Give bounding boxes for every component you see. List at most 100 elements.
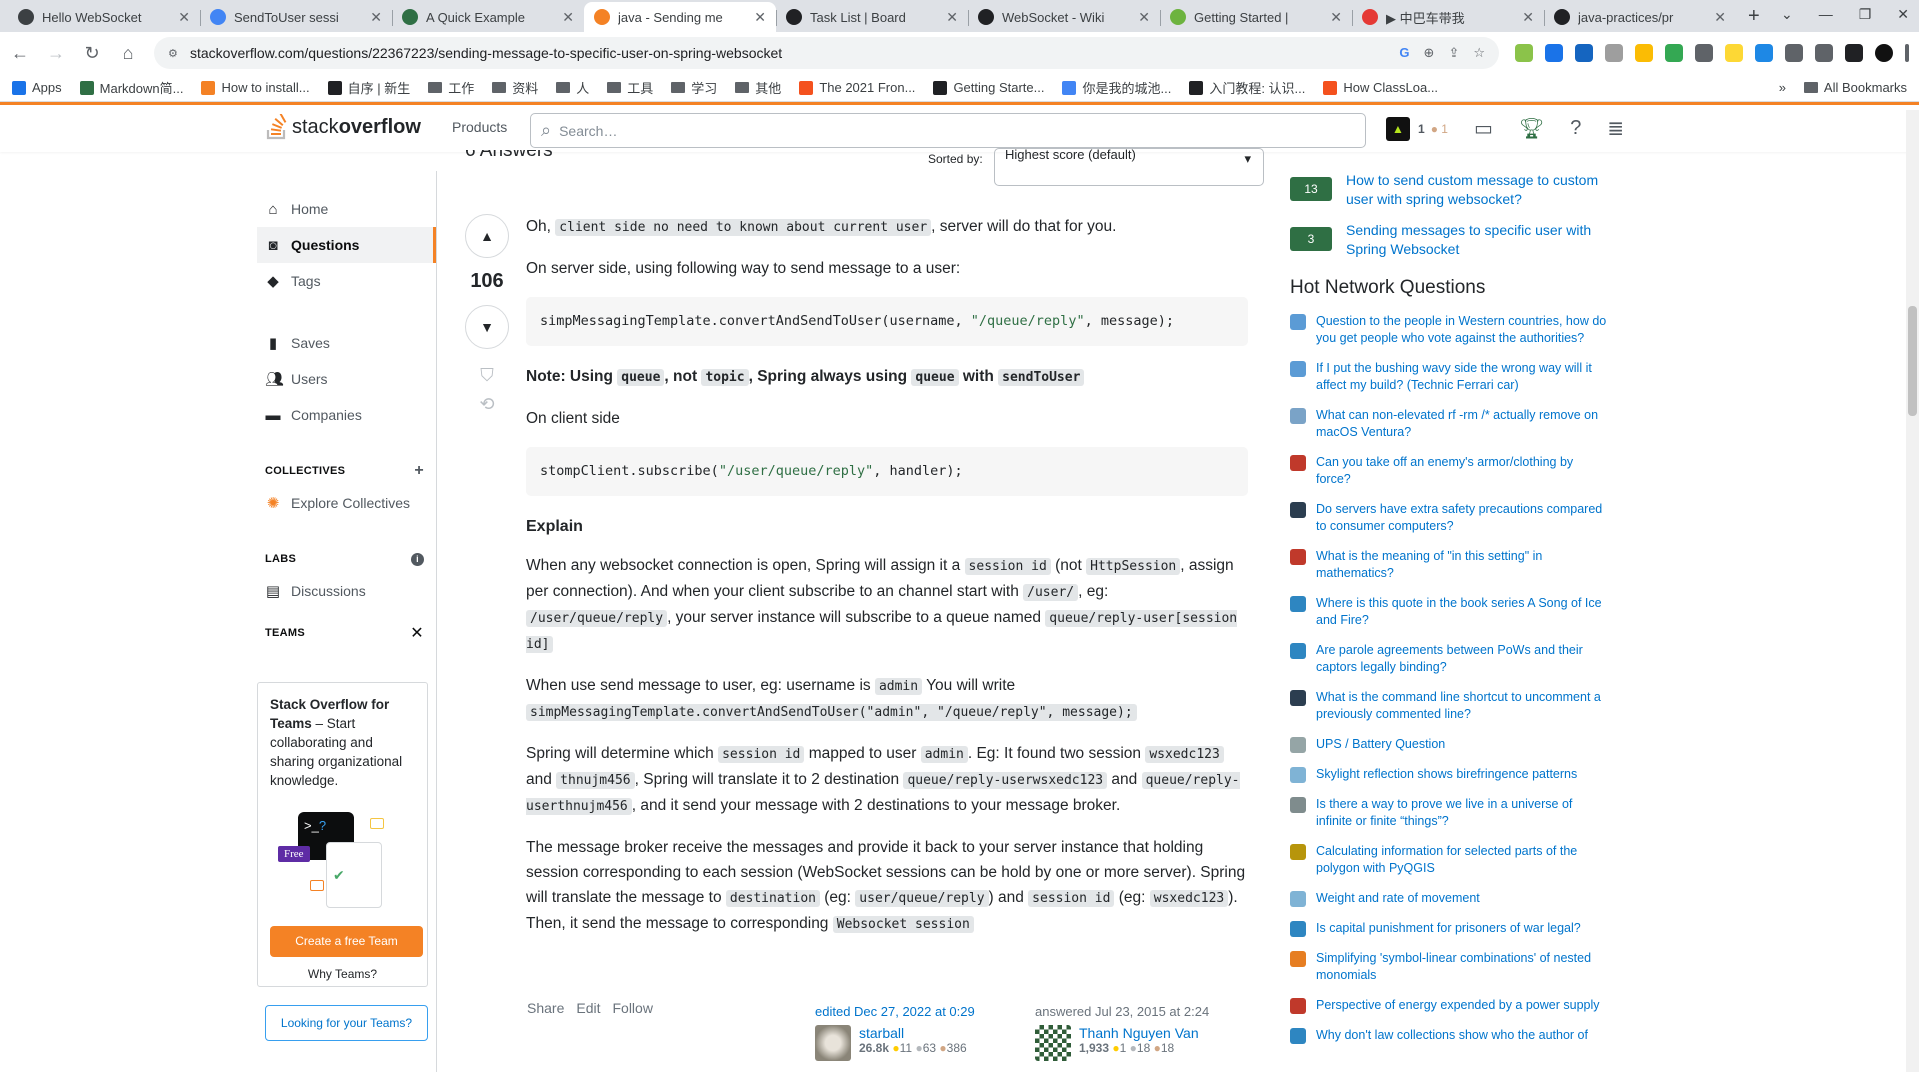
extension-icon[interactable]: [1665, 44, 1683, 62]
extension-icon[interactable]: [1545, 44, 1563, 62]
extension-icon[interactable]: [1605, 44, 1623, 62]
browser-tab[interactable]: ▶ 中巴车带我 ✕: [1352, 2, 1544, 32]
edit-link[interactable]: Edit: [576, 1000, 600, 1016]
nav-companies[interactable]: ▬ Companies: [257, 397, 436, 433]
bookmark-item[interactable]: The 2021 Fron...: [799, 80, 915, 95]
close-tab-icon[interactable]: ✕: [1138, 9, 1150, 26]
back-icon[interactable]: ←: [10, 43, 30, 64]
new-tab-button[interactable]: +: [1736, 5, 1772, 32]
bookmark-item[interactable]: Getting Starte...: [933, 80, 1044, 95]
nav-explore-collectives[interactable]: ✺ Explore Collectives: [257, 485, 436, 521]
hnq-link[interactable]: Simplifying 'symbol-linear combinations'…: [1316, 950, 1610, 984]
plus-icon[interactable]: +: [414, 462, 424, 480]
minimize-icon[interactable]: —: [1819, 6, 1833, 23]
hnq-link[interactable]: If I put the bushing wavy side the wrong…: [1316, 360, 1610, 394]
bookmark-item[interactable]: 其他: [735, 78, 781, 97]
browser-tab[interactable]: WebSocket - Wiki ✕: [968, 2, 1160, 32]
hnq-link[interactable]: Why don't law collections show who the a…: [1316, 1027, 1588, 1044]
media-icon[interactable]: [1815, 44, 1833, 62]
site-info-icon[interactable]: ⚙: [168, 47, 180, 60]
extension-icon[interactable]: [1725, 44, 1743, 62]
close-tab-icon[interactable]: ✕: [178, 9, 190, 26]
browser-tab[interactable]: Hello WebSocket ✕: [8, 2, 200, 32]
products-link[interactable]: Products: [452, 119, 507, 135]
bookmark-item[interactable]: Markdown简...: [79, 78, 183, 97]
help-icon[interactable]: ?: [1570, 117, 1581, 140]
restore-icon[interactable]: ❐: [1859, 6, 1872, 23]
forward-icon[interactable]: →: [46, 43, 66, 64]
sort-select[interactable]: Highest score (default) ▾: [994, 148, 1264, 186]
bookmark-item[interactable]: 资料: [492, 78, 538, 97]
nav-questions[interactable]: ◙ Questions: [257, 227, 436, 263]
hnq-link[interactable]: Is capital punishment for prisoners of w…: [1316, 920, 1581, 937]
bookmark-item[interactable]: How to install...: [201, 80, 310, 95]
browser-tab[interactable]: java - Sending me ✕: [584, 2, 776, 32]
hnq-link[interactable]: Are parole agreements between PoWs and t…: [1316, 642, 1610, 676]
all-bookmarks-button[interactable]: All Bookmarks: [1803, 80, 1907, 95]
hnq-link[interactable]: Perspective of energy expended by a powe…: [1316, 997, 1600, 1014]
page-scrollbar[interactable]: [1906, 110, 1919, 1072]
address-bar[interactable]: ⚙ stackoverflow.com/questions/22367223/s…: [154, 37, 1499, 69]
scrollbar-thumb[interactable]: [1908, 306, 1917, 416]
extension-icon[interactable]: [1695, 44, 1713, 62]
bookmark-item[interactable]: 学习: [671, 78, 717, 97]
close-tab-icon[interactable]: ✕: [1714, 9, 1726, 26]
close-tab-icon[interactable]: ✕: [370, 9, 382, 26]
downvote-button[interactable]: ▼: [465, 305, 509, 349]
browser-tab[interactable]: java-practices/pr ✕: [1544, 2, 1736, 32]
site-search-input[interactable]: ⌕ Search…: [530, 113, 1366, 148]
google-translate-icon[interactable]: G: [1399, 45, 1409, 61]
hnq-link[interactable]: Do servers have extra safety precautions…: [1316, 501, 1610, 535]
extension-icon[interactable]: [1575, 44, 1593, 62]
puzzle-icon[interactable]: [1785, 44, 1803, 62]
hnq-link[interactable]: Skylight reflection shows birefringence …: [1316, 766, 1577, 783]
browser-tab[interactable]: Task List | Board ✕: [776, 2, 968, 32]
nav-saves[interactable]: ▮ Saves: [257, 325, 436, 361]
follow-link[interactable]: Follow: [612, 1000, 652, 1016]
avatar[interactable]: [815, 1025, 851, 1061]
nav-tags[interactable]: ◆ Tags: [257, 263, 436, 299]
hnq-link[interactable]: Calculating information for selected par…: [1316, 843, 1610, 877]
user-name[interactable]: Thanh Nguyen Van: [1079, 1025, 1199, 1041]
edited-timestamp[interactable]: edited Dec 27, 2022 at 0:29: [815, 1004, 975, 1019]
close-tab-icon[interactable]: ✕: [754, 9, 766, 26]
hnq-link[interactable]: Can you take off an enemy's armor/clothi…: [1316, 454, 1610, 488]
nav-users[interactable]: 👥︎ Users: [257, 361, 436, 397]
sidepanel-icon[interactable]: [1845, 44, 1863, 62]
achievements-icon[interactable]: 🏆︎: [1519, 116, 1544, 141]
bookmark-item[interactable]: 工作: [428, 78, 474, 97]
menu-icon[interactable]: [1905, 44, 1909, 62]
hnq-link[interactable]: UPS / Battery Question: [1316, 736, 1445, 753]
bookmark-icon[interactable]: ⛉: [462, 365, 512, 386]
history-icon[interactable]: ⟲: [462, 394, 512, 415]
site-switcher-icon[interactable]: ≣: [1607, 116, 1624, 141]
user-avatar[interactable]: ▲: [1386, 116, 1410, 141]
close-window-icon[interactable]: ✕: [1897, 6, 1909, 23]
bookmark-item[interactable]: Apps: [12, 80, 62, 95]
hnq-link[interactable]: Where is this quote in the book series A…: [1316, 595, 1610, 629]
browser-tab[interactable]: Getting Started | ✕: [1160, 2, 1352, 32]
bookmark-item[interactable]: 人: [556, 78, 589, 97]
stackoverflow-logo[interactable]: stack overflow: [266, 114, 421, 140]
close-tab-icon[interactable]: ✕: [562, 9, 574, 26]
extension-icon[interactable]: [1635, 44, 1653, 62]
bookmark-star-icon[interactable]: ☆: [1473, 45, 1485, 61]
browser-tab[interactable]: SendToUser sessi ✕: [200, 2, 392, 32]
bookmark-item[interactable]: 自序 | 新生: [327, 78, 410, 97]
bookmark-item[interactable]: How ClassLoa...: [1323, 80, 1438, 95]
tab-search-icon[interactable]: ⌄: [1781, 6, 1793, 23]
looking-for-teams-button[interactable]: Looking for your Teams?: [265, 1005, 428, 1041]
info-icon[interactable]: i: [411, 552, 424, 566]
linked-question-link[interactable]: Sending messages to specific user with S…: [1346, 221, 1610, 259]
zoom-icon[interactable]: ⊕: [1424, 45, 1435, 61]
close-tab-icon[interactable]: ✕: [1330, 9, 1342, 26]
bookmark-item[interactable]: 工具: [607, 78, 653, 97]
hnq-link[interactable]: What can non-elevated rf -rm /* actually…: [1316, 407, 1610, 441]
bookmarks-overflow-button[interactable]: »: [1779, 80, 1786, 95]
why-teams-link[interactable]: Why Teams?: [270, 967, 415, 981]
close-tab-icon[interactable]: ✕: [946, 9, 958, 26]
user-name[interactable]: starball: [859, 1025, 967, 1041]
inbox-icon[interactable]: ▭: [1474, 116, 1493, 141]
close-tab-icon[interactable]: ✕: [1522, 9, 1534, 26]
nav-home[interactable]: ⌂ Home: [257, 191, 436, 227]
